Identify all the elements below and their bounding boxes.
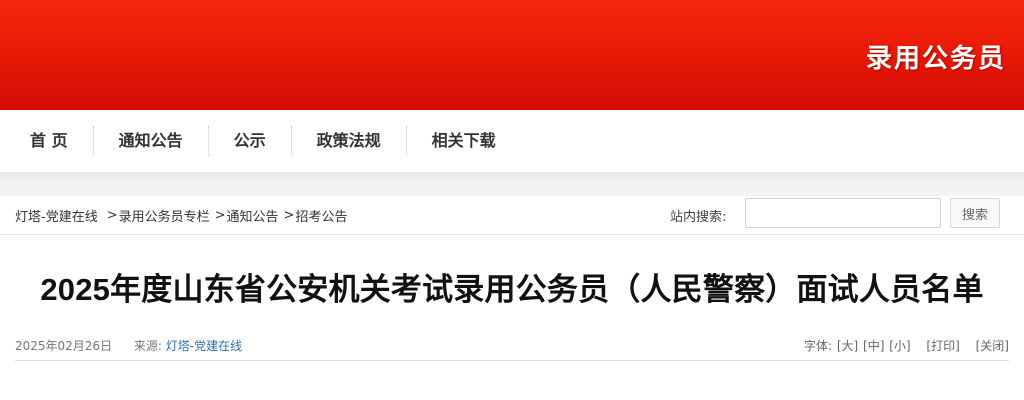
breadcrumb-separator: > [106,208,118,223]
font-size-large-link[interactable]: [大] [837,339,858,353]
close-link[interactable]: [关闭] [976,339,1009,353]
article-title: 2025年度山东省公安机关考试录用公务员（人民警察）面试人员名单 [40,272,984,307]
breadcrumb-separator: > [214,208,226,223]
header-banner: 录用公务员 [0,0,1024,110]
main-nav: 首 页 通知公告 公示 政策法规 相关下载 [0,110,1024,172]
breadcrumb-separator: > [283,208,295,223]
breadcrumb-item-notices[interactable]: 通知公告 [227,206,279,225]
nav-item-downloads[interactable]: 相关下载 [407,126,521,156]
search-input[interactable] [745,198,941,228]
breadcrumb-item-site-home[interactable]: 灯塔-党建在线 [15,206,98,225]
article-meta-left: 2025年02月26日 来源: 灯塔-党建在线 [15,337,242,354]
breadcrumb-item-exam-notices[interactable]: 招考公告 [295,206,347,225]
nav-item-home[interactable]: 首 页 [0,126,94,156]
font-size-label: 字体: [803,339,832,353]
source-link[interactable]: 灯塔-党建在线 [166,339,242,353]
breadcrumb: 灯塔-党建在线 > 录用公务员专栏 > 通知公告 > 招考公告 [15,206,347,225]
font-size-medium-link[interactable]: [中] [863,339,884,353]
banner-title: 录用公务员 [865,44,1006,74]
nav-item-publicity[interactable]: 公示 [209,126,292,156]
source-label: 来源: [133,339,162,353]
nav-item-notices[interactable]: 通知公告 [94,126,209,156]
article-tools: 字体: [大] [中] [小] [打印] [关闭] [804,337,1009,354]
article-meta: 2025年02月26日 来源: 灯塔-党建在线 字体: [大] [中] [小] … [15,328,1009,361]
search-label: 站内搜索: [670,210,727,225]
nav-item-policies[interactable]: 政策法规 [292,126,407,156]
publish-date: 2025年02月26日 [15,339,113,353]
search-button[interactable]: 搜索 [950,198,1000,228]
breadcrumb-item-column[interactable]: 录用公务员专栏 [119,206,210,225]
nav-divider-bar [0,172,1024,196]
font-size-small-link[interactable]: [小] [889,339,910,353]
breadcrumb-row: 灯塔-党建在线 > 录用公务员专栏 > 通知公告 > 招考公告 站内搜索: 搜索 [0,196,1024,235]
print-link[interactable]: [打印] [926,339,959,353]
